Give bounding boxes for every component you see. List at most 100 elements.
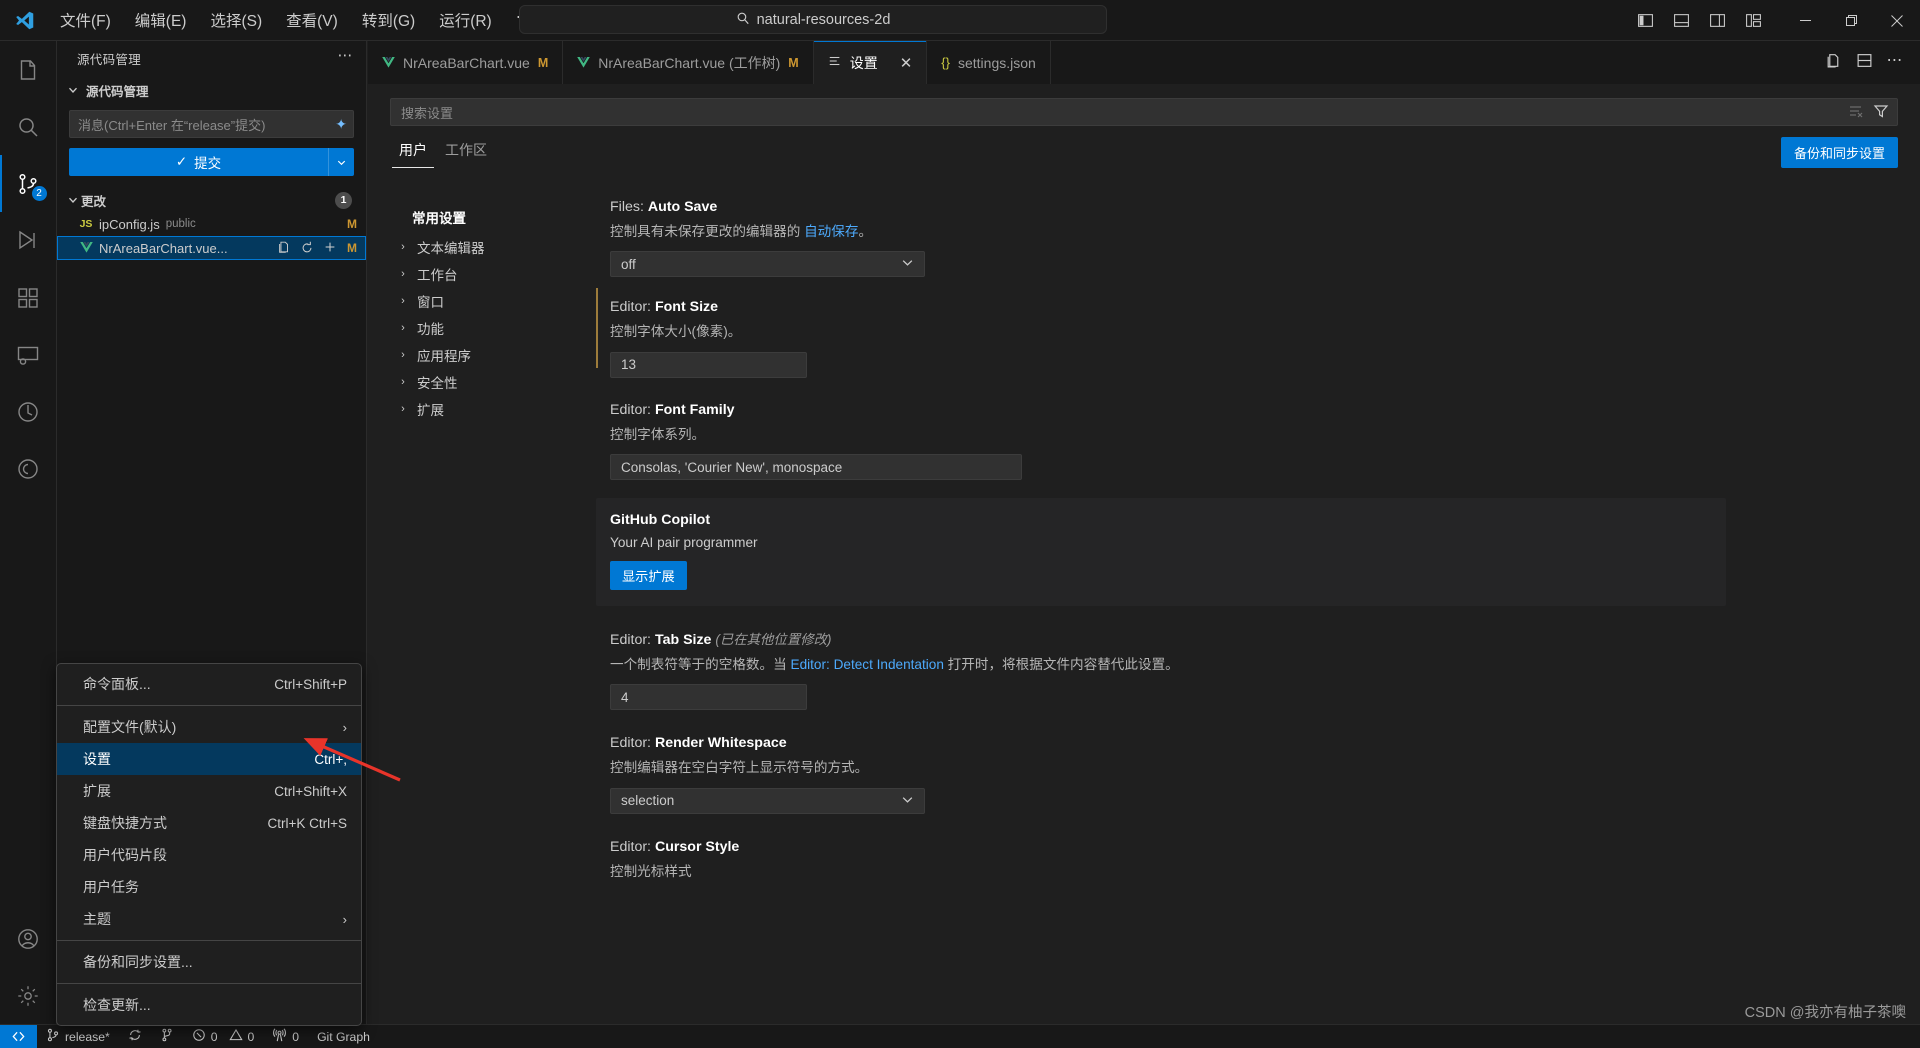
stage-changes-icon[interactable] [323,240,337,257]
search-input[interactable]: 搜索设置 [390,98,1898,126]
status-ports[interactable]: 0 [263,1025,308,1048]
toggle-panel-icon[interactable] [1666,6,1696,36]
status-fork[interactable] [151,1025,183,1048]
toc-item-workbench[interactable]: › 工作台 [388,260,580,287]
window-maximize-button[interactable] [1828,0,1874,41]
menu-item-label: 检查更新... [83,997,151,1013]
tab-settings[interactable]: 设置 ✕ [813,41,928,84]
status-branch[interactable]: release* [37,1025,119,1048]
menu-item-settings[interactable]: 设置 Ctrl+, [57,743,361,775]
setting-select-render-whitespace[interactable]: selection [610,787,925,814]
toggle-secondary-sidebar-icon[interactable] [1702,6,1732,36]
show-extension-button[interactable]: 显示扩展 [610,561,687,591]
activity-test-beaker[interactable] [0,383,57,440]
setting-select-auto-save[interactable]: off [610,251,925,278]
discard-changes-icon[interactable] [300,240,314,257]
desc-link[interactable]: 自动保存 [804,224,858,239]
setting-title: Editor: Cursor Style [610,839,1920,855]
command-center[interactable]: natural-resources-2d [519,5,1107,34]
setting-editor-tab-size[interactable]: Editor: Tab Size (已在其他位置修改) 一个制表符等于的空格数。… [588,606,1920,711]
setting-input-font-size[interactable]: 13 [610,351,807,378]
menu-item-profiles[interactable]: 配置文件(默认) › [57,711,361,743]
remote-window-button[interactable] [0,1024,37,1048]
menu-item-extensions[interactable]: 扩展 Ctrl+Shift+X [57,775,361,807]
activity-extensions[interactable] [0,269,57,326]
commit-dropdown-button[interactable] [328,148,354,176]
activity-manage-settings[interactable] [0,967,57,1024]
setting-editor-font-family[interactable]: Editor: Font Family 控制字体系列。 Consolas, 'C… [588,378,1920,481]
setting-editor-cursor-style[interactable]: Editor: Cursor Style 控制光标样式 [588,814,1920,881]
activity-source-control[interactable]: 2 [0,155,57,212]
sparkle-icon[interactable]: ✦ [335,116,347,133]
sidebar-more-actions-icon[interactable]: ⋯ [338,46,355,71]
menu-file[interactable]: 文件(F) [48,5,123,35]
setting-input-font-family[interactable]: Consolas, 'Courier New', monospace [610,454,1022,481]
tab-nrareabarchart-vue[interactable]: NrAreaBarChart.vue M [368,41,564,84]
tab-user-settings[interactable]: 用户 [390,136,436,168]
status-sync[interactable] [119,1025,151,1048]
settings-list[interactable]: Files: Auto Save 控制具有未保存更改的编辑器的 自动保存。 of… [580,189,1920,1024]
menu-bar[interactable]: 文件(F) 编辑(E) 选择(S) 查看(V) 转到(G) 运行(R) ⋯ [48,5,546,35]
setting-files-auto-save[interactable]: Files: Auto Save 控制具有未保存更改的编辑器的 自动保存。 of… [588,189,1920,278]
setting-editor-render-whitespace[interactable]: Editor: Render Whitespace 控制编辑器在空白字符上显示符… [588,710,1920,814]
layout-controls[interactable] [1630,6,1768,36]
toc-item-label: 功能 [417,321,444,337]
menu-item-themes[interactable]: 主题 › [57,903,361,935]
setting-editor-font-size[interactable]: Editor: Font Size 控制字体大小(像素)。 13 [588,277,1920,378]
tab-settings-json[interactable]: {} settings.json [927,41,1051,84]
close-icon[interactable]: ✕ [900,54,913,72]
branch-name: release* [65,1029,110,1044]
menu-view[interactable]: 查看(V) [274,5,350,35]
open-settings-json-icon[interactable] [1825,52,1842,74]
filter-icon[interactable] [1873,103,1889,122]
open-file-icon[interactable] [277,240,291,257]
activity-search[interactable] [0,98,57,155]
menu-item-check-updates[interactable]: 检查更新... [57,989,361,1021]
split-editor-icon[interactable] [1856,52,1873,74]
activity-remote-explorer[interactable] [0,326,57,383]
tab-workspace-settings[interactable]: 工作区 [436,136,496,168]
menu-item-backup-sync-settings[interactable]: 备份和同步设置... [57,946,361,978]
file-row-actions[interactable]: M [277,240,358,257]
list-item[interactable]: JS ipConfig.js public M [57,212,366,236]
toggle-primary-sidebar-icon[interactable] [1630,6,1660,36]
changes-section-header[interactable]: 更改 1 [57,188,366,212]
status-problems[interactable]: 0 0 [183,1025,264,1048]
menu-item-user-tasks[interactable]: 用户任务 [57,871,361,903]
backup-sync-settings-button[interactable]: 备份和同步设置 [1780,136,1898,168]
commit-button[interactable]: ✓ 提交 [69,148,328,176]
menu-go[interactable]: 转到(G) [350,5,427,35]
desc-link[interactable]: Editor: Detect Indentation [791,657,944,672]
menu-item-command-palette[interactable]: 命令面板... Ctrl+Shift+P [57,668,361,700]
status-git-graph[interactable]: Git Graph [308,1025,379,1048]
window-minimize-button[interactable] [1782,0,1828,41]
activity-extension-circle[interactable] [0,440,57,497]
toc-item-application[interactable]: › 应用程序 [388,341,580,368]
list-item[interactable]: NrAreaBarChart.vue... M [57,236,366,260]
toc-item-extensions[interactable]: › 扩展 [388,395,580,422]
customize-layout-icon[interactable] [1738,6,1768,36]
menu-item-user-snippets[interactable]: 用户代码片段 [57,839,361,871]
setting-input-tab-size[interactable]: 4 [610,684,807,711]
setting-title: Editor: Font Size [610,299,1920,315]
activity-run-and-debug[interactable] [0,212,57,269]
toc-item-features[interactable]: › 功能 [388,314,580,341]
scm-section-header[interactable]: 源代码管理 [57,76,366,104]
menu-item-keyboard-shortcuts[interactable]: 键盘快捷方式 Ctrl+K Ctrl+S [57,807,361,839]
more-actions-icon[interactable]: ⋯ [1887,50,1905,76]
menu-edit[interactable]: 编辑(E) [123,5,199,35]
toc-item-security[interactable]: › 安全性 [388,368,580,395]
setting-name: Render Whitespace [654,735,787,752]
setting-description: 控制字体系列。 [610,426,706,442]
tab-nrareabarchart-vue-worktree[interactable]: NrAreaBarChart.vue (工作树) M [563,41,814,84]
menu-run[interactable]: 运行(R) [427,5,504,35]
activity-explorer[interactable] [0,41,57,98]
toc-item-label: 文本编辑器 [417,240,485,256]
window-close-button[interactable] [1874,0,1920,41]
clear-filter-icon[interactable] [1848,103,1864,122]
toc-item-window[interactable]: › 窗口 [388,287,580,314]
menu-selection[interactable]: 选择(S) [198,5,274,35]
toc-item-text-editor[interactable]: › 文本编辑器 [388,233,580,260]
activity-accounts[interactable] [0,910,57,967]
commit-message-input[interactable]: 消息(Ctrl+Enter 在“release”提交) ✦ [69,110,354,138]
